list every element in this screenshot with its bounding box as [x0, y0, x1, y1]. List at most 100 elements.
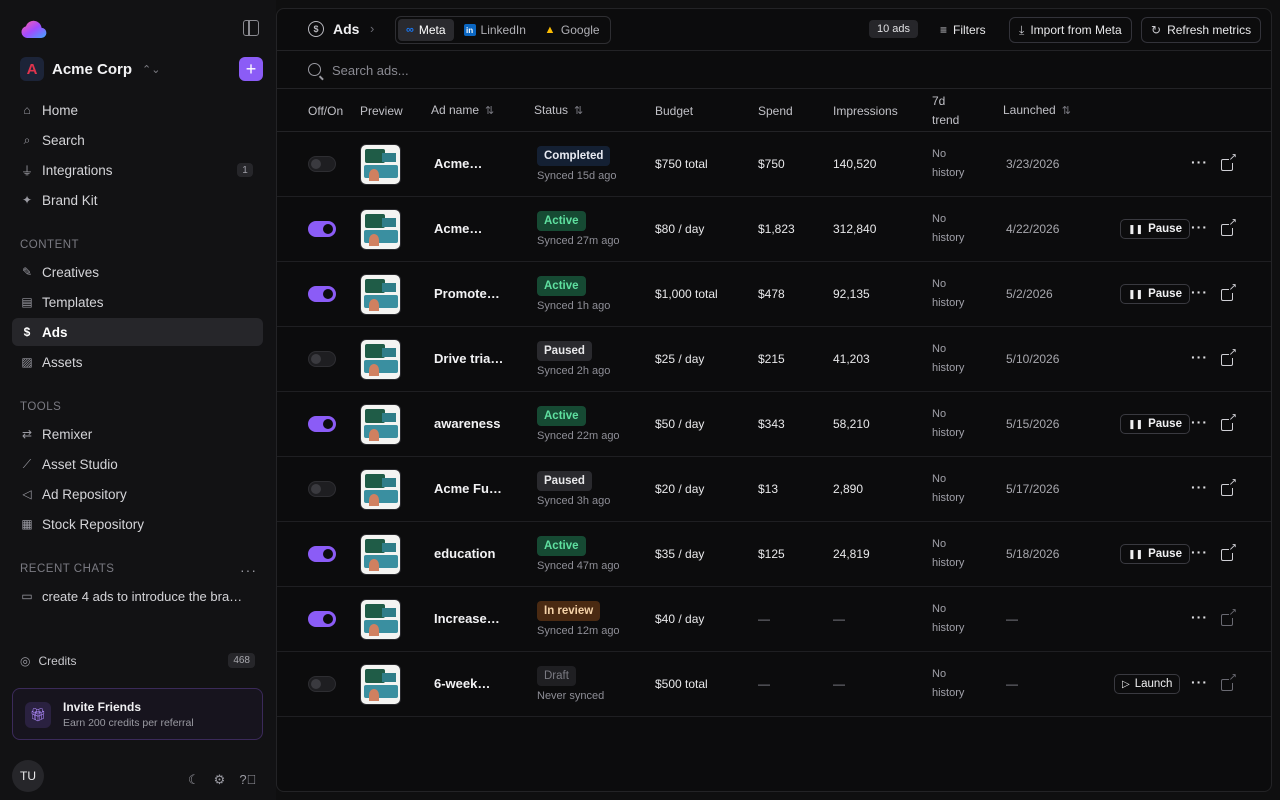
ad-preview-thumbnail[interactable]: [360, 404, 401, 445]
filter-icon: ≡: [940, 23, 948, 37]
more-options-icon[interactable]: ···: [1191, 609, 1208, 625]
table-row[interactable]: Acme… Completed Synced 15d ago $750 total $7…: [277, 132, 1271, 197]
ad-name[interactable]: Promote…: [434, 286, 506, 301]
more-options-icon[interactable]: ···: [1191, 414, 1208, 430]
filters-button[interactable]: ≡ Filters: [931, 17, 995, 43]
more-options-icon[interactable]: ···: [1191, 154, 1208, 170]
ad-name[interactable]: Acme Fu…: [434, 481, 506, 496]
on-off-toggle[interactable]: [308, 546, 336, 562]
ad-preview-thumbnail[interactable]: [360, 599, 401, 640]
sidebar-item-assets[interactable]: ▨ Assets: [12, 348, 263, 376]
refresh-metrics-button[interactable]: ↻ Refresh metrics: [1141, 17, 1262, 43]
open-external-icon[interactable]: [1221, 673, 1237, 691]
more-options-icon[interactable]: ···: [1191, 219, 1208, 235]
on-off-toggle[interactable]: [308, 416, 336, 432]
open-external-icon[interactable]: [1221, 543, 1237, 561]
launch-button[interactable]: ▷ Launch: [1114, 674, 1181, 694]
on-off-toggle[interactable]: [308, 221, 336, 237]
pause-button[interactable]: ❚❚ Pause: [1120, 544, 1190, 564]
table-row[interactable]: 6-week… Draft Never synced $500 total — — No hi…: [277, 652, 1271, 717]
org-switcher[interactable]: A Acme Corp ⌃⌄: [20, 56, 160, 82]
more-options-icon[interactable]: ···: [1191, 674, 1208, 690]
col-ad-name[interactable]: Ad name ⇅: [431, 103, 494, 117]
table-row[interactable]: Increase… In review Synced 12m ago $40 / da…: [277, 587, 1271, 652]
moon-icon[interactable]: ☾: [188, 772, 200, 788]
col-launched[interactable]: Launched ⇅: [1003, 103, 1071, 117]
7d-trend: No history: [932, 405, 972, 443]
sidebar-item-templates[interactable]: ▤ Templates: [12, 288, 263, 316]
open-external-icon[interactable]: [1221, 348, 1237, 366]
import-from-meta-button[interactable]: ⤓ Import from Meta: [1009, 17, 1132, 43]
new-button[interactable]: +: [239, 57, 263, 81]
app-logo-icon[interactable]: [20, 18, 48, 40]
on-off-toggle[interactable]: [308, 156, 336, 172]
gear-icon[interactable]: ⚙: [214, 772, 226, 788]
sidebar-item-remixer[interactable]: ⇄ Remixer: [12, 420, 263, 448]
tab-linkedin[interactable]: in LinkedIn: [456, 19, 534, 41]
more-options-icon[interactable]: ···: [1191, 284, 1208, 300]
open-external-icon[interactable]: [1221, 283, 1237, 301]
sync-status: Synced 2h ago: [537, 365, 611, 377]
sidebar-item-create-4-ads-to-introduce-the-bra[interactable]: ▭ create 4 ads to introduce the bra…: [12, 582, 263, 610]
ad-preview-thumbnail[interactable]: [360, 209, 401, 250]
sidebar-item-creatives[interactable]: ✎ Creatives: [12, 258, 263, 286]
more-options-icon[interactable]: ···: [1191, 544, 1208, 560]
ad-preview-thumbnail[interactable]: [360, 664, 401, 705]
sidebar-item-ad-repository[interactable]: ◁ Ad Repository: [12, 480, 263, 508]
sidebar-item-integrations[interactable]: ⏚ Integrations 1: [12, 156, 263, 184]
ad-name[interactable]: Increase…: [434, 611, 506, 626]
sidebar-item-search[interactable]: ⌕ Search: [12, 126, 263, 154]
ad-preview-thumbnail[interactable]: [360, 339, 401, 380]
help-icon[interactable]: ?⃝: [239, 772, 256, 788]
ad-name[interactable]: education: [434, 546, 506, 561]
more-options-icon[interactable]: ···: [1191, 479, 1208, 495]
table-row[interactable]: Acme Fu… Paused Synced 3h ago $20 / day $13 2…: [277, 457, 1271, 522]
table-row[interactable]: awareness Active Synced 22m ago $50 / day $3…: [277, 392, 1271, 457]
on-off-toggle[interactable]: [308, 676, 336, 692]
sidebar-item-brand-kit[interactable]: ✦ Brand Kit: [12, 186, 263, 214]
on-off-toggle[interactable]: [308, 611, 336, 627]
ad-preview-thumbnail[interactable]: [360, 274, 401, 315]
user-avatar[interactable]: TU: [12, 760, 44, 792]
ad-name[interactable]: 6-week…: [434, 676, 506, 691]
open-external-icon[interactable]: [1221, 218, 1237, 236]
pause-button[interactable]: ❚❚ Pause: [1120, 414, 1190, 434]
sidebar-item-asset-studio[interactable]: ⟋ Asset Studio: [12, 450, 263, 478]
table-row[interactable]: Promote… Active Synced 1h ago $1,000 total $…: [277, 262, 1271, 327]
table-row[interactable]: Acme… Active Synced 27m ago $80 / day $1,823…: [277, 197, 1271, 262]
col-status[interactable]: Status ⇅: [534, 103, 583, 117]
more-options-icon[interactable]: ···: [1191, 349, 1208, 365]
tab-google[interactable]: ▲ Google: [536, 19, 608, 41]
open-external-icon[interactable]: [1221, 153, 1237, 171]
ad-name[interactable]: Drive tria…: [434, 351, 506, 366]
table-row[interactable]: Drive tria… Paused Synced 2h ago $25 / day $…: [277, 327, 1271, 392]
ad-name[interactable]: Acme…: [434, 156, 506, 171]
budget-value: $40 / day: [655, 612, 705, 626]
open-external-icon[interactable]: [1221, 478, 1237, 496]
on-off-toggle[interactable]: [308, 351, 336, 367]
open-external-icon[interactable]: [1221, 413, 1237, 431]
ad-name[interactable]: Acme…: [434, 221, 506, 236]
open-external-icon[interactable]: [1221, 608, 1237, 626]
ad-preview-thumbnail[interactable]: [360, 534, 401, 575]
on-off-toggle[interactable]: [308, 481, 336, 497]
tab-meta[interactable]: ∞ Meta: [398, 19, 454, 41]
ad-preview-thumbnail[interactable]: [360, 469, 401, 510]
collapse-sidebar-icon[interactable]: [243, 20, 259, 36]
credits[interactable]: ◎ Credits 468: [20, 653, 255, 668]
sidebar-item-home[interactable]: ⌂ Home: [12, 96, 263, 124]
search-bar: [277, 51, 1271, 89]
search-input[interactable]: [332, 60, 932, 80]
table-row[interactable]: education Active Synced 47m ago $35 / day $1…: [277, 522, 1271, 587]
recent-chats-more-icon[interactable]: ···: [240, 562, 257, 578]
section-label-content: CONTENT: [20, 239, 80, 251]
sidebar-item-stock-repository[interactable]: ▦ Stock Repository: [12, 510, 263, 538]
on-off-toggle[interactable]: [308, 286, 336, 302]
trend-line2: history: [932, 427, 965, 439]
ad-preview-thumbnail[interactable]: [360, 144, 401, 185]
pause-button[interactable]: ❚❚ Pause: [1120, 219, 1190, 239]
sidebar-item-ads[interactable]: $ Ads: [12, 318, 263, 346]
invite-friends-card[interactable]: 🎁︎ Invite Friends Earn 200 credits per r…: [12, 688, 263, 740]
pause-button[interactable]: ❚❚ Pause: [1120, 284, 1190, 304]
ad-name[interactable]: awareness: [434, 416, 506, 431]
